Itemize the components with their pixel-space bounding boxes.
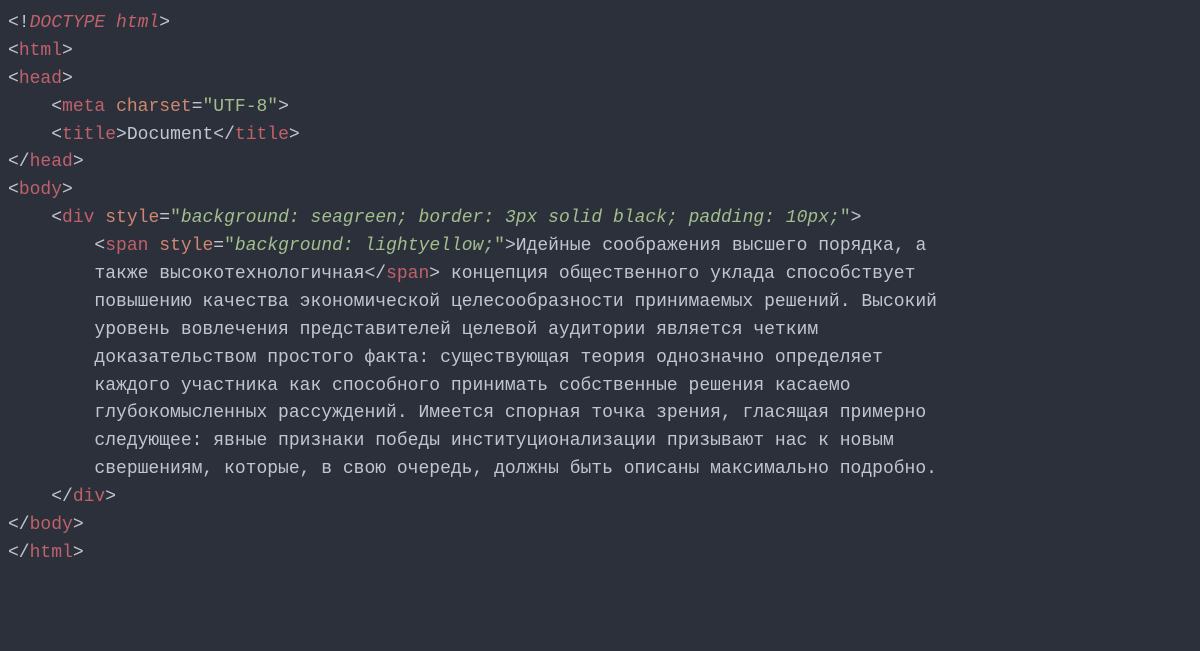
code-line: глубокомысленных рассуждений. Имеется сп… — [8, 403, 926, 423]
code-line: <head> — [8, 69, 73, 89]
code-line: <div style="background: seagreen; border… — [8, 208, 861, 228]
code-line: доказательством простого факта: существу… — [8, 348, 883, 368]
code-line: <html> — [8, 41, 73, 61]
code-line: свершениям, которые, в свою очередь, дол… — [8, 459, 937, 479]
code-line: также высокотехнологичная</span> концепц… — [8, 264, 915, 284]
code-line: <body> — [8, 180, 73, 200]
code-line: <span style="background: lightyellow;">И… — [8, 236, 926, 256]
code-line: </body> — [8, 515, 84, 535]
code-line: следующее: явные признаки победы институ… — [8, 431, 894, 451]
code-line: </head> — [8, 152, 84, 172]
code-line: </div> — [8, 487, 116, 507]
code-line: <title>Document</title> — [8, 125, 300, 145]
code-line: уровень вовлечения представителей целево… — [8, 320, 818, 340]
code-line: <meta charset="UTF-8"> — [8, 97, 289, 117]
code-line: <!DOCTYPE html> — [8, 13, 170, 33]
code-line: каждого участника как способного принима… — [8, 376, 851, 396]
code-line: повышению качества экономической целесоо… — [8, 292, 937, 312]
code-editor[interactable]: <!DOCTYPE html> <html> <head> <meta char… — [0, 10, 1200, 568]
code-line: </html> — [8, 543, 84, 563]
